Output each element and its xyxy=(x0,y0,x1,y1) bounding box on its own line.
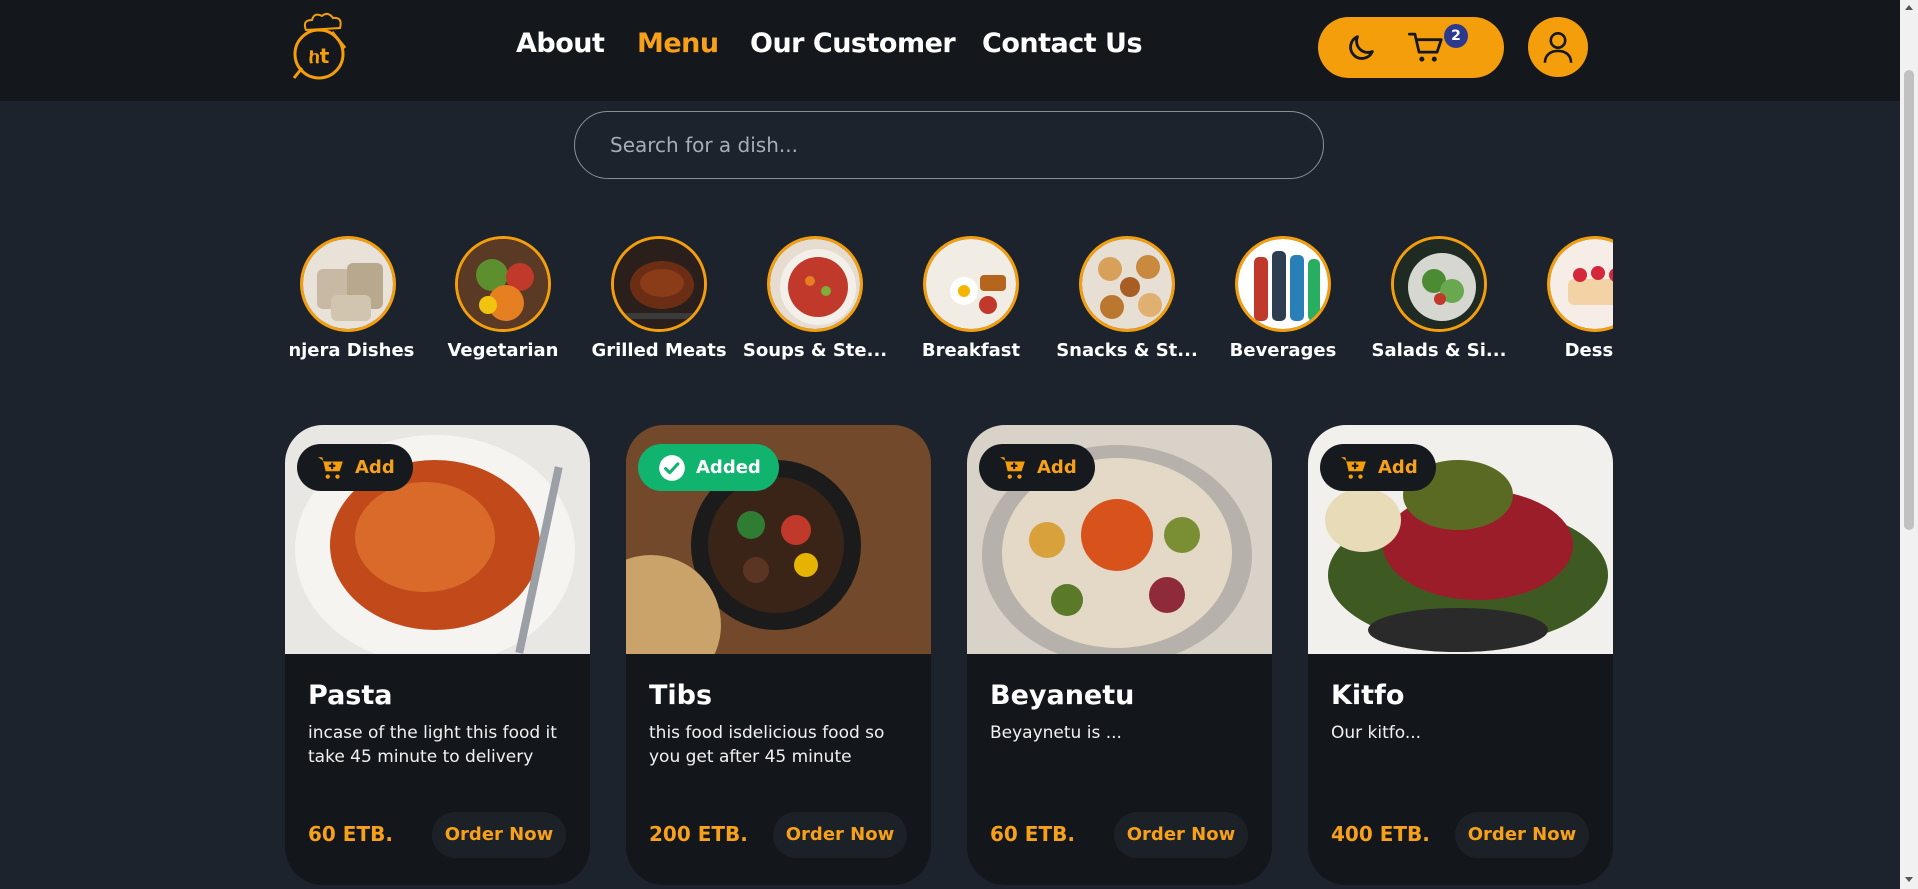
add-label: Add xyxy=(355,457,395,478)
order-now-button[interactable]: Order Now xyxy=(1114,812,1248,858)
dish-card-tibs: Added Tibs this food isdelicious food so… xyxy=(626,425,931,885)
cart-icon xyxy=(1000,456,1025,479)
moon-icon[interactable] xyxy=(1344,31,1378,69)
dish-description: incase of the light this food it take 45… xyxy=(308,723,557,767)
logo[interactable]: ከt xyxy=(288,10,350,82)
top-header: ከt About Menu Our Customer Contact Us 2 xyxy=(0,0,1900,101)
category-image xyxy=(767,236,863,332)
dish-title: Pasta xyxy=(308,680,393,711)
nav-about[interactable]: About xyxy=(516,28,605,59)
search-input[interactable] xyxy=(574,111,1324,179)
category-image xyxy=(923,236,1019,332)
header-actions: 2 xyxy=(1318,17,1504,78)
category-label: Salads & Si... xyxy=(1371,340,1507,361)
category-snacks[interactable]: Snacks & St... xyxy=(1052,236,1202,361)
category-carousel: Injera Dishes Vegetarian Grilled Meats S… xyxy=(290,236,1613,366)
svg-text:ከt: ከt xyxy=(309,44,330,68)
scroll-up-arrow[interactable] xyxy=(1905,5,1913,10)
dish-price: 60 ETB. xyxy=(308,822,393,846)
cart-icon[interactable] xyxy=(1408,31,1444,69)
category-injera-dishes[interactable]: Injera Dishes xyxy=(290,236,423,361)
order-now-button[interactable]: Order Now xyxy=(773,812,907,858)
category-image xyxy=(1079,236,1175,332)
category-vegetarian[interactable]: Vegetarian xyxy=(428,236,578,361)
add-label: Add xyxy=(1378,457,1418,478)
category-image xyxy=(300,236,396,332)
category-salads[interactable]: Salads & Si... xyxy=(1364,236,1514,361)
category-label: Breakfast xyxy=(921,340,1021,361)
cart-count-badge: 2 xyxy=(1444,24,1468,48)
add-to-cart-button[interactable]: Add xyxy=(1320,444,1436,491)
category-label: Grilled Meats xyxy=(591,340,727,361)
dish-title: Tibs xyxy=(649,680,713,711)
category-soups-stews[interactable]: Soups & Ste... xyxy=(740,236,890,361)
dish-price: 400 ETB. xyxy=(1331,822,1430,846)
dish-title: Kitfo xyxy=(1331,680,1405,711)
add-to-cart-button[interactable]: Add xyxy=(979,444,1095,491)
cart-icon xyxy=(1341,456,1366,479)
category-label: Desse xyxy=(1564,340,1613,361)
dish-price: 60 ETB. xyxy=(990,822,1075,846)
vertical-scrollbar[interactable] xyxy=(1900,0,1918,889)
user-icon xyxy=(1543,31,1573,63)
dish-title: Beyanetu xyxy=(990,680,1135,711)
user-profile-button[interactable] xyxy=(1528,17,1588,77)
order-now-button[interactable]: Order Now xyxy=(432,812,566,858)
dish-description: Our kitfo... xyxy=(1331,723,1422,743)
dish-price: 200 ETB. xyxy=(649,822,748,846)
nav-contact-us[interactable]: Contact Us xyxy=(982,28,1143,59)
category-image xyxy=(1391,236,1487,332)
add-label: Added xyxy=(696,457,761,478)
order-now-button[interactable]: Order Now xyxy=(1455,812,1589,858)
nav-our-customer[interactable]: Our Customer xyxy=(750,28,956,59)
category-label: Beverages xyxy=(1229,340,1337,361)
scroll-down-arrow[interactable] xyxy=(1905,877,1913,882)
dish-description: Beyaynetu is ... xyxy=(990,723,1122,743)
scrollbar-thumb[interactable] xyxy=(1904,70,1914,530)
dish-card-beyanetu: Add Beyanetu Beyaynetu is ... 60 ETB. Or… xyxy=(967,425,1272,885)
category-label: Soups & Ste... xyxy=(742,340,888,361)
cart-icon xyxy=(318,456,343,479)
category-image xyxy=(1547,236,1613,332)
category-label: Snacks & St... xyxy=(1056,340,1198,361)
dish-description: this food isdelicious food so you get af… xyxy=(649,723,885,767)
added-to-cart-button[interactable]: Added xyxy=(638,444,779,491)
add-label: Add xyxy=(1037,457,1077,478)
check-circle-icon xyxy=(659,454,685,481)
category-beverages[interactable]: Beverages xyxy=(1208,236,1358,361)
category-label: Vegetarian xyxy=(447,340,559,361)
category-image xyxy=(1235,236,1331,332)
category-label: Injera Dishes xyxy=(290,340,415,361)
category-image xyxy=(611,236,707,332)
dish-card-pasta: Add Pasta incase of the light this food … xyxy=(285,425,590,885)
nav-menu[interactable]: Menu xyxy=(637,28,719,59)
category-grilled-meats[interactable]: Grilled Meats xyxy=(584,236,734,361)
add-to-cart-button[interactable]: Add xyxy=(297,444,413,491)
category-desserts[interactable]: Desse xyxy=(1520,236,1613,361)
dish-card-kitfo: Add Kitfo Our kitfo... 400 ETB. Order No… xyxy=(1308,425,1613,885)
category-image xyxy=(455,236,551,332)
category-breakfast[interactable]: Breakfast xyxy=(896,236,1046,361)
